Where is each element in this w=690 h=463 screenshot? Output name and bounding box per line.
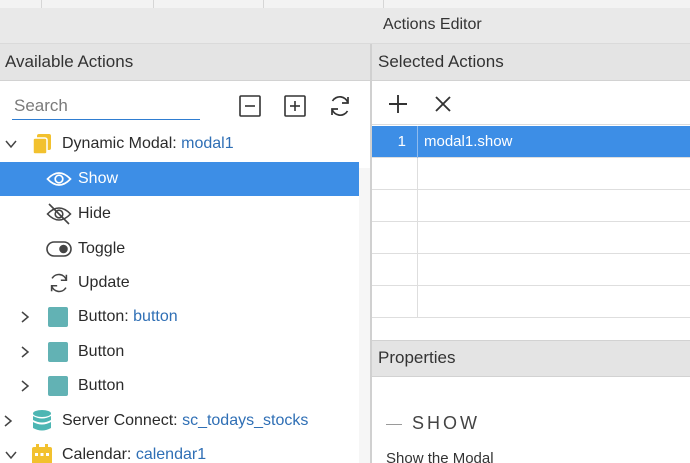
tree-item-calendar[interactable]: Calendar: calendar1 (0, 438, 370, 463)
properties-header: Properties (372, 340, 690, 377)
tree-item-link[interactable]: button (133, 308, 177, 325)
tree-item-prefix: Button: (78, 308, 134, 325)
eye-off-icon (46, 202, 72, 226)
table-row[interactable] (372, 158, 690, 190)
selected-actions-toolbar (372, 81, 690, 125)
search-field[interactable] (12, 92, 200, 120)
selected-actions-grid: 1 modal1.show (372, 125, 690, 340)
action-index (372, 190, 418, 222)
tree-item-dynamic-modal[interactable]: Dynamic Modal: modal1 (0, 127, 370, 161)
table-row[interactable] (372, 254, 690, 286)
action-index (372, 254, 418, 286)
tab-stub (42, 0, 154, 8)
action-index (372, 158, 418, 190)
tree-item-label: Button: button (78, 308, 178, 326)
chevron-right-icon[interactable] (18, 310, 32, 324)
tree-item-button[interactable]: Button (0, 335, 370, 369)
available-actions-header: Available Actions (0, 44, 370, 81)
action-value: modal1.show (424, 133, 513, 150)
search-input[interactable] (12, 92, 200, 119)
tab-stub (264, 0, 384, 8)
tree-item-label: Calendar: calendar1 (62, 446, 206, 463)
tab-stub (0, 0, 42, 8)
minus-square-icon (239, 95, 261, 117)
action-index (372, 222, 418, 254)
available-actions-panel: Available Actions Search Dynamic Modal: … (0, 44, 370, 463)
properties-title: Properties (378, 348, 456, 367)
tree-item-label: Hide (78, 205, 111, 222)
window-title: Actions Editor (383, 16, 482, 33)
tree-item-label: Update (78, 274, 130, 291)
component-icon (45, 305, 71, 329)
tree-item-link[interactable]: sc_todays_stocks (182, 412, 308, 429)
database-icon (29, 409, 55, 433)
modal-icon (29, 132, 55, 156)
chevron-right-icon[interactable] (18, 345, 32, 359)
available-actions-title: Available Actions (5, 52, 134, 71)
refresh-icon (46, 271, 72, 295)
tree-item-link[interactable]: calendar1 (136, 446, 206, 463)
tree-scrollbar[interactable] (359, 168, 370, 463)
selected-actions-header: Selected Actions (372, 44, 690, 81)
tree-item-show[interactable]: Show (0, 162, 359, 196)
tree-item-update[interactable]: Update (0, 266, 370, 300)
properties-section-title: SHOW (412, 413, 480, 433)
tree-item-toggle[interactable]: Toggle (0, 232, 370, 266)
calendar-icon (29, 443, 55, 463)
selected-actions-title: Selected Actions (378, 52, 504, 71)
tree-item-label: Dynamic Modal: modal1 (62, 135, 234, 153)
eye-icon (46, 167, 72, 191)
action-index: 1 (372, 126, 418, 158)
chevron-down-icon[interactable] (4, 448, 18, 462)
section-divider (386, 424, 402, 425)
component-icon (45, 340, 71, 364)
add-action-button[interactable] (384, 90, 412, 118)
tree-item-server-connect[interactable]: Server Connect: sc_todays_stocks (0, 404, 370, 438)
top-tab-strip (0, 0, 690, 8)
tree-item-label: Show (78, 170, 119, 187)
remove-action-button[interactable] (429, 90, 457, 118)
tree-item-label: Button (78, 343, 125, 360)
tree-item-link[interactable]: modal1 (181, 135, 233, 152)
selected-actions-panel: Selected Actions 1 modal1.show Propertie… (372, 44, 690, 463)
table-row[interactable] (372, 190, 690, 222)
tree-item-label: Server Connect: sc_todays_stocks (62, 412, 308, 430)
tree-item-label: Button (78, 377, 125, 394)
expand-all-button[interactable] (282, 93, 308, 119)
tree-item-hide[interactable]: Hide (0, 197, 370, 231)
table-row[interactable]: 1 modal1.show (372, 126, 690, 158)
properties-description: Show the Modal (386, 450, 494, 463)
tree-item-prefix: Dynamic Modal: (62, 135, 182, 152)
table-row[interactable] (372, 222, 690, 254)
component-icon (45, 374, 71, 398)
title-bar: Actions Editor (0, 8, 690, 44)
plus-square-icon (284, 95, 306, 117)
tree-item-prefix: Server Connect: (62, 412, 183, 429)
tree-item-label: Toggle (78, 240, 126, 257)
collapse-all-button[interactable] (237, 93, 263, 119)
toggle-icon (46, 237, 72, 261)
close-icon (435, 96, 451, 112)
tree-item-button[interactable]: Button (0, 369, 370, 403)
tree-item-prefix: Calendar: (62, 446, 136, 463)
tree-item-button-button[interactable]: Button: button (0, 300, 370, 334)
chevron-down-icon[interactable] (4, 137, 18, 151)
action-index (372, 286, 418, 318)
chevron-right-icon[interactable] (18, 379, 32, 393)
refresh-button[interactable] (327, 93, 353, 119)
table-row[interactable] (372, 286, 690, 318)
tab-stub (154, 0, 264, 8)
plus-icon (389, 95, 407, 113)
refresh-icon (331, 95, 349, 117)
chevron-right-icon[interactable] (1, 414, 15, 428)
